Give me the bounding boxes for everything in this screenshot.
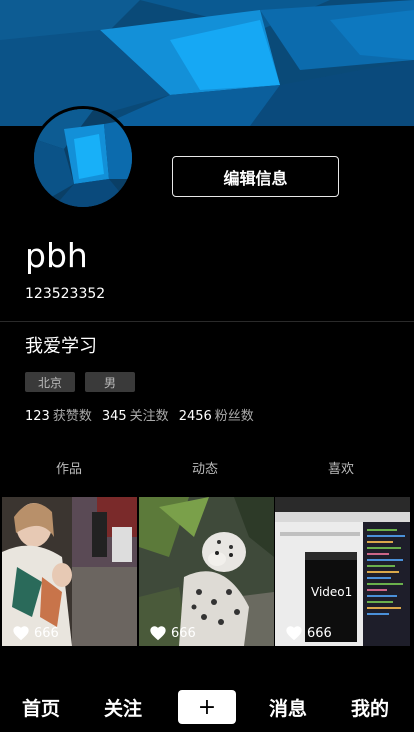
stat-label: 粉丝数 (214, 409, 254, 424)
like-count: 666 (285, 625, 332, 641)
create-button[interactable]: + (178, 690, 236, 724)
stat-value: 123 (25, 409, 50, 424)
like-count-value: 666 (307, 625, 332, 641)
user-id: 123523352 (25, 286, 106, 302)
stat-label: 获赞数 (52, 409, 92, 424)
stat-followers[interactable]: 2456 粉丝数 (179, 408, 254, 426)
stats-row: 123 获赞数 345 关注数 2456 粉丝数 (25, 408, 254, 426)
avatar[interactable] (31, 106, 135, 210)
video-thumbnail[interactable]: 666 (139, 497, 274, 646)
edit-profile-button[interactable]: 编辑信息 (172, 156, 339, 197)
bottom-nav: 首页 关注 + 消息 我的 (0, 684, 414, 732)
video-thumbnail-image (275, 497, 410, 646)
like-count-value: 666 (34, 625, 59, 641)
cover-image (0, 0, 414, 126)
heart-icon (286, 626, 302, 641)
stat-value: 2456 (178, 409, 212, 424)
like-count: 666 (149, 625, 196, 641)
city-tag: 北京 (25, 372, 75, 392)
bio: 我爱学习 (25, 336, 97, 357)
video-thumbnail[interactable]: Video1 666 (275, 497, 410, 646)
stat-label: 关注数 (129, 409, 169, 424)
like-count: 666 (12, 625, 59, 641)
heart-icon (150, 626, 166, 641)
stat-following[interactable]: 345 关注数 (102, 408, 169, 426)
stat-value: 345 (101, 409, 127, 424)
video-thumbnail-image (2, 497, 137, 646)
nav-follow[interactable]: 关注 (104, 694, 142, 721)
nav-me[interactable]: 我的 (351, 694, 389, 721)
stat-likes[interactable]: 123 获赞数 (25, 408, 92, 426)
content-tabs: 作品 动态 喜欢 (0, 458, 414, 477)
video-overlay-text: Video1 (311, 585, 353, 599)
tab-likes[interactable]: 喜欢 (272, 458, 410, 477)
gender-tag: 男 (85, 372, 135, 392)
heart-icon (13, 626, 29, 641)
nav-home[interactable]: 首页 (22, 694, 60, 721)
tab-activity[interactable]: 动态 (136, 458, 274, 477)
video-thumbnail[interactable]: 666 (2, 497, 137, 646)
profile-page: 编辑信息 pbh 123523352 我爱学习 北京 男 123 获赞数 345 关… (0, 0, 414, 732)
username: pbh (25, 236, 88, 275)
like-count-value: 666 (171, 625, 196, 641)
video-grid: 666 666 Video1 666 (2, 497, 412, 646)
video-thumbnail-image (139, 497, 274, 646)
tab-works[interactable]: 作品 (0, 458, 138, 477)
divider (0, 321, 414, 322)
nav-messages[interactable]: 消息 (269, 694, 307, 721)
